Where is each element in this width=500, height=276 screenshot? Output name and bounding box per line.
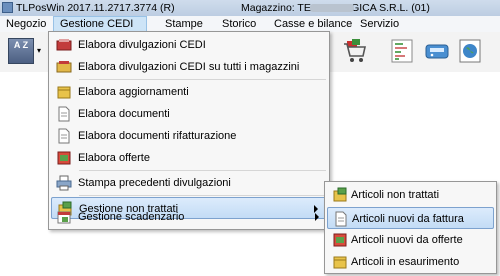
printer-icon: [56, 175, 72, 191]
menu-storico[interactable]: Storico: [216, 16, 262, 32]
menu-separator: [79, 195, 326, 196]
menu-item-elabora-divulgazioni-tutti[interactable]: Elabora divulgazioni CEDI su tutti i mag…: [51, 56, 327, 78]
crate-icon: [56, 59, 72, 75]
sort-dropdown-icon[interactable]: ▾: [37, 46, 41, 55]
app-icon: [2, 2, 13, 13]
menu-negozio[interactable]: Negozio: [0, 16, 52, 32]
shopping-cart-icon[interactable]: [342, 38, 368, 64]
cube-icon: [56, 84, 72, 100]
submenu-item-articoli-esaurimento[interactable]: Articoli in esaurimento: [327, 251, 494, 273]
menu-separator: [79, 79, 326, 80]
menu-item-elabora-documenti-rifatturazione[interactable]: Elabora documenti rifatturazione: [51, 125, 327, 147]
globe-icon[interactable]: [457, 38, 483, 64]
menu-casse-e-bilance[interactable]: Casse e bilance: [268, 16, 358, 32]
cube-icon: [332, 254, 348, 270]
red-crate-icon: [56, 37, 72, 53]
calendar-icon: [56, 209, 72, 225]
offer-icon: [332, 232, 348, 248]
gestione-non-trattati-submenu: Articoli non trattati Articoli nuovi da …: [324, 181, 497, 274]
menu-item-elabora-documenti[interactable]: Elabora documenti: [51, 103, 327, 125]
document-icon: [56, 128, 72, 144]
submenu-item-articoli-non-trattati[interactable]: Articoli non trattati: [327, 184, 494, 206]
menu-servizio[interactable]: Servizio: [354, 16, 405, 32]
report-chart-icon[interactable]: [389, 38, 415, 64]
submenu-item-articoli-nuovi-fattura[interactable]: Articoli nuovi da fattura: [327, 207, 494, 229]
card-reader-icon[interactable]: [424, 38, 450, 64]
menu-item-elabora-divulgazioni[interactable]: Elabora divulgazioni CEDI: [51, 34, 327, 56]
submenu-item-articoli-nuovi-offerte[interactable]: Articoli nuovi da offerte: [327, 229, 494, 251]
menu-item-stampa-precedenti[interactable]: Stampa precedenti divulgazioni: [51, 172, 327, 194]
window-title: TLPosWin 2017.11.2717.3774 (R): [16, 2, 175, 14]
submenu-arrow-icon: [315, 213, 319, 221]
box-icon: [332, 187, 348, 203]
gestione-cedi-menu: Elabora divulgazioni CEDI Elabora divulg…: [48, 31, 330, 230]
menu-gestione-cedi[interactable]: Gestione CEDI: [53, 16, 147, 32]
menu-item-elabora-aggiornamenti[interactable]: Elabora aggiornamenti: [51, 81, 327, 103]
blurred-title-suffix: [310, 4, 354, 12]
menu-separator: [79, 170, 326, 171]
offer-icon: [56, 150, 72, 166]
menu-stampe[interactable]: Stampe: [159, 16, 209, 32]
document-icon: [56, 106, 72, 122]
title-bar: TLPosWin 2017.11.2717.3774 (R) Magazzino…: [0, 0, 500, 16]
sort-az-button[interactable]: A Z: [8, 38, 34, 64]
menu-item-gestione-scadenzario[interactable]: Gestione scadenzario: [51, 206, 327, 228]
menu-item-elabora-offerte[interactable]: Elabora offerte: [51, 147, 327, 169]
document-icon: [333, 211, 349, 227]
